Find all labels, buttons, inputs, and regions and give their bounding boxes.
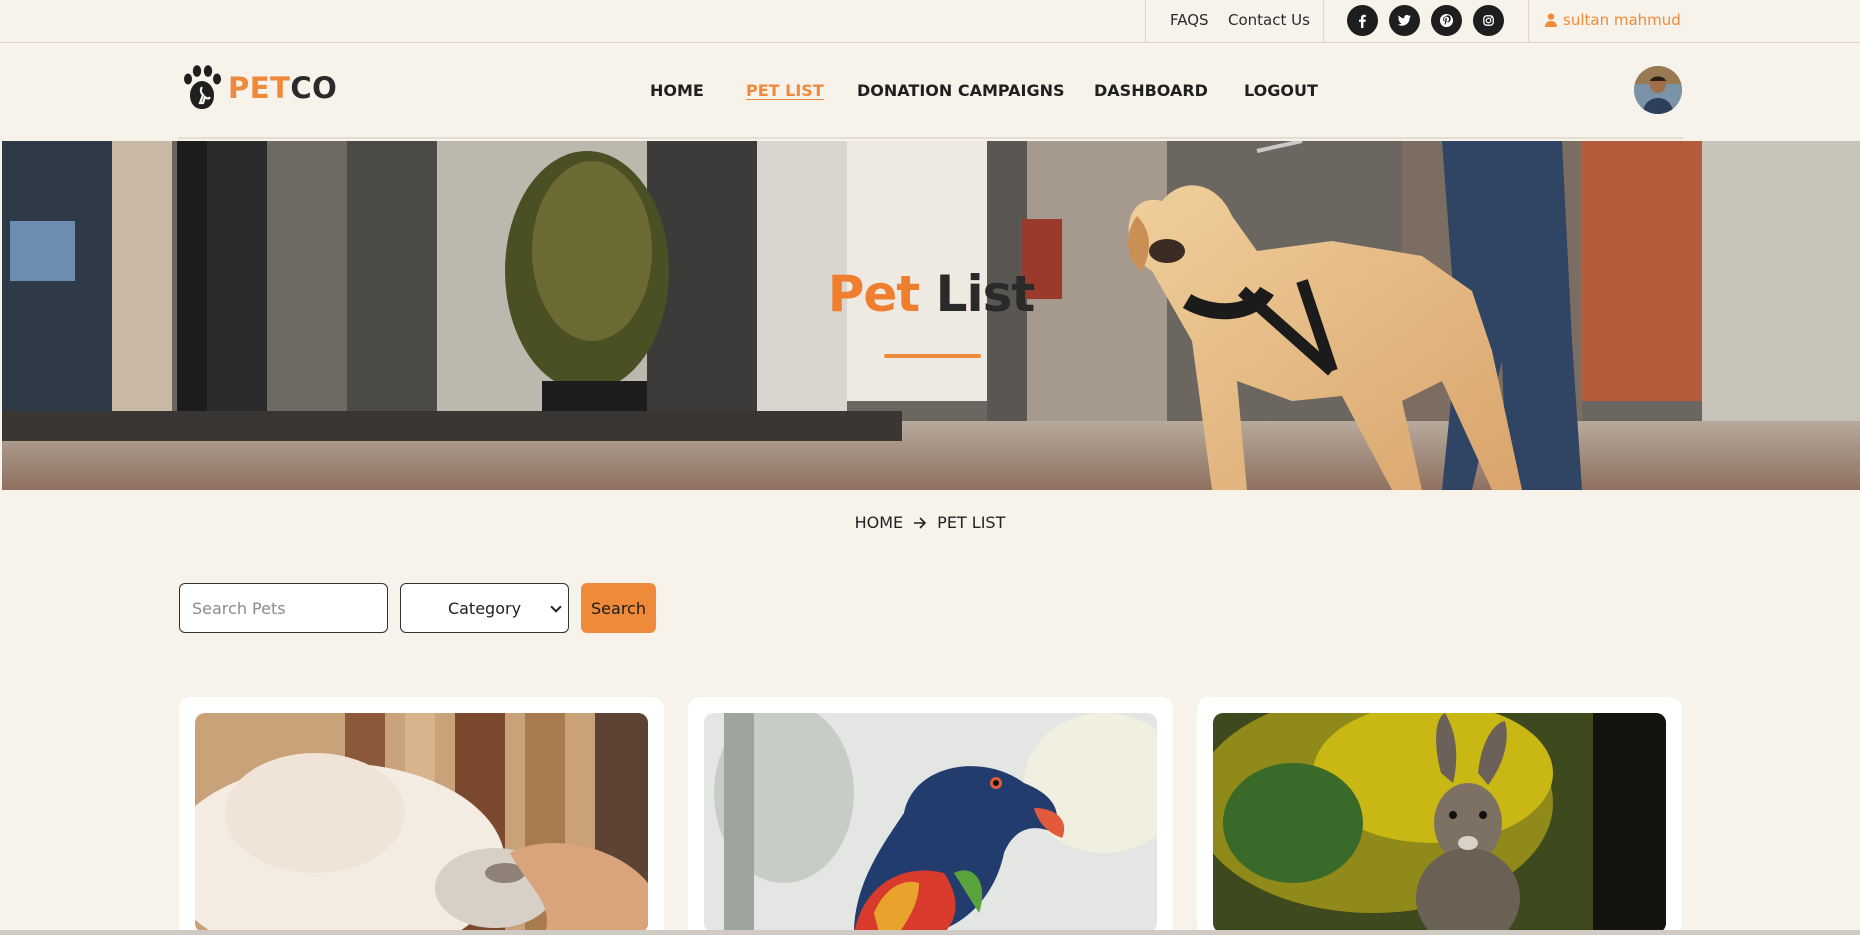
page-title: Pet List [827,265,1036,323]
nav-pet-list[interactable]: PET LIST [746,81,824,100]
chevron-down-icon [550,601,562,613]
pet-card[interactable] [179,697,664,935]
instagram-icon[interactable] [1473,5,1504,36]
nav-dashboard[interactable]: DASHBOARD [1094,81,1208,100]
category-label: Category [447,598,522,618]
title-underline [884,354,981,358]
category-select[interactable]: Category [400,583,569,633]
paw-logo-icon [184,65,221,109]
horizontal-scrollbar[interactable] [0,930,1860,935]
user-icon [1545,13,1557,27]
pet-card[interactable] [1197,697,1682,935]
twitter-icon[interactable] [1389,5,1420,36]
breadcrumb-current: PET LIST [937,513,1006,532]
search-button[interactable]: Search [581,583,656,633]
pinterest-icon[interactable] [1431,5,1462,36]
search-input[interactable] [179,583,388,633]
user-name: sultan mahmud [1563,11,1681,29]
user-menu[interactable]: sultan mahmud [1545,11,1681,29]
header-divider [178,137,1683,139]
pet-image-parrot [704,713,1157,933]
contact-us-link[interactable]: Contact Us [1228,11,1310,29]
pet-image-cat [195,713,648,933]
nav-logout[interactable]: LOGOUT [1244,81,1318,100]
avatar[interactable] [1634,66,1682,114]
logo-text: PETCO [228,71,338,105]
pet-card[interactable] [688,697,1173,935]
main-header: PETCO HOME PET LIST DONATION CAMPAIGNS D… [0,43,1860,139]
pet-image-rabbit [1213,713,1666,933]
divider [1323,0,1324,43]
breadcrumb-home[interactable]: HOME [855,513,904,532]
nav-home[interactable]: HOME [650,81,704,100]
top-bar: FAQS Contact Us sultan mahmud [0,0,1860,43]
facebook-icon[interactable] [1347,5,1378,36]
hero-banner: Pet List [2,141,1860,490]
petco-logo[interactable]: PETCO [180,65,337,111]
divider [1528,0,1529,43]
divider [1145,0,1146,43]
arrow-right-icon [914,516,927,529]
breadcrumb: HOME PET LIST [0,513,1860,532]
faqs-link[interactable]: FAQS [1170,11,1209,29]
nav-donation-campaigns[interactable]: DONATION CAMPAIGNS [857,81,1065,100]
